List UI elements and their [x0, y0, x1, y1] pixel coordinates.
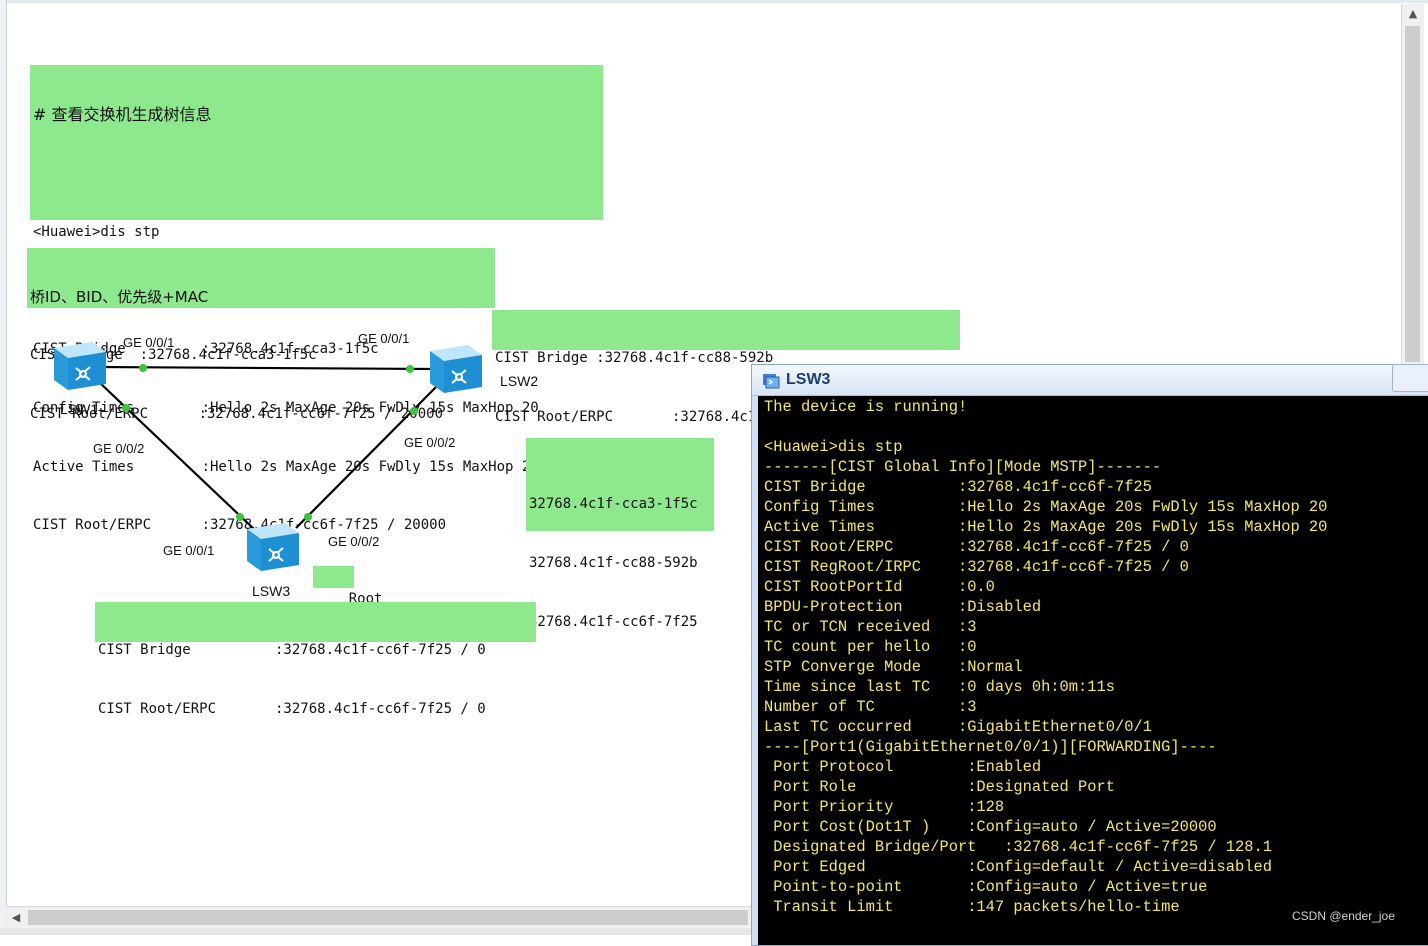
terminal-title: LSW3 — [786, 371, 831, 388]
port-dot — [139, 364, 147, 372]
terminal-line: Config Times :Hello 2s MaxAge 20s FwDly … — [764, 498, 1328, 516]
terminal-line: -------[CIST Global Info][Mode MSTP]----… — [764, 458, 1162, 476]
terminal-line: Port Protocol :Enabled — [764, 758, 1042, 776]
scrollbar-thumb[interactable] — [28, 910, 748, 925]
terminal-app-icon — [763, 374, 780, 389]
scroll-left-icon[interactable]: ◀ — [6, 907, 26, 929]
note-line: CIST Root/ERPC :32768.4c1f-cc6f-7f25 / 0 — [98, 700, 486, 717]
terminal-line: Port Edged :Config=default / Active=disa… — [764, 858, 1272, 876]
switch-icon[interactable] — [428, 343, 482, 395]
terminal-line: Number of TC :3 — [764, 698, 977, 716]
window-control-button[interactable] — [1392, 364, 1428, 392]
terminal-line: Last TC occurred :GigabitEthernet0/0/1 — [764, 718, 1152, 736]
terminal-line: CIST Root/ERPC :32768.4c1f-cc6f-7f25 / 0 — [764, 538, 1189, 556]
port-label: GE 0/0/1 — [358, 331, 410, 346]
port-dot — [304, 513, 312, 521]
note-line: CIST Bridge :32768.4c1f-cc6f-7f25 / 0 — [98, 642, 486, 659]
device-name-lsw3[interactable]: LSW3 — [252, 583, 290, 599]
horizontal-scrollbar[interactable]: ◀ — [6, 906, 752, 929]
topology-links — [99, 364, 439, 531]
terminal-line: BPDU-Protection :Disabled — [764, 598, 1042, 616]
terminal-line: The device is running! — [764, 398, 968, 416]
terminal-line: TC count per hello :0 — [764, 638, 977, 656]
switch-icon[interactable] — [245, 521, 299, 573]
scroll-up-icon[interactable]: ▲ — [1402, 4, 1424, 24]
terminal-window[interactable]: LSW3 The device is running! <Huawei>dis s… — [751, 364, 1428, 946]
link-lsw1-lsw2 — [99, 365, 433, 371]
link-lsw2-lsw3 — [295, 384, 439, 529]
terminal-line: Port Cost(Dot1T ) :Config=auto / Active=… — [764, 818, 1217, 836]
terminal-line: CIST RootPortId :0.0 — [764, 578, 995, 596]
switch-icon[interactable] — [52, 340, 106, 392]
port-label: GE 0/0/1 — [163, 543, 215, 558]
terminal-line: <Huawei>dis stp — [764, 438, 903, 456]
port-label: GE 0/0/2 — [404, 435, 456, 450]
device-name-lsw2[interactable]: LSW2 — [500, 373, 538, 389]
terminal-line: Designated Bridge/Port :32768.4c1f-cc6f-… — [764, 838, 1272, 856]
scrollbar-thumb[interactable] — [1405, 26, 1420, 362]
link-lsw1-lsw3 — [99, 382, 256, 531]
watermark: CSDN @ender_joe — [1292, 909, 1395, 923]
terminal-titlebar[interactable]: LSW3 — [752, 364, 1428, 396]
terminal-line: Active Times :Hello 2s MaxAge 20s FwDly … — [764, 518, 1328, 536]
port-label: GE 0/0/2 — [328, 534, 380, 549]
terminal-output[interactable]: The device is running! <Huawei>dis stp ---… — [758, 396, 1428, 917]
terminal-line: STP Converge Mode :Normal — [764, 658, 1023, 676]
terminal-screen[interactable]: The device is running! <Huawei>dis stp ---… — [758, 396, 1428, 945]
terminal-line: TC or TCN received :3 — [764, 618, 977, 636]
terminal-line: ----[Port1(GigabitEthernet0/0/1)][FORWAR… — [764, 738, 1217, 756]
port-dot — [122, 404, 130, 412]
port-label: GE 0/0/2 — [93, 441, 145, 456]
terminal-line: Point-to-point :Config=auto / Active=tru… — [764, 878, 1208, 896]
terminal-line: Port Role :Designated Port — [764, 778, 1115, 796]
port-dot — [236, 513, 244, 521]
port-dot — [410, 407, 418, 415]
port-label: GE 0/0/1 — [123, 335, 175, 350]
device-name-lsw1[interactable]: LSW1 — [60, 401, 98, 417]
terminal-line: Time since last TC :0 days 0h:0m:11s — [764, 678, 1115, 696]
terminal-line: Port Priority :128 — [764, 798, 1005, 816]
terminal-line: CIST Bridge :32768.4c1f-cc6f-7f25 — [764, 478, 1152, 496]
port-dot — [406, 365, 414, 373]
terminal-line: CIST RegRoot/IRPC :32768.4c1f-cc6f-7f25 … — [764, 558, 1189, 576]
